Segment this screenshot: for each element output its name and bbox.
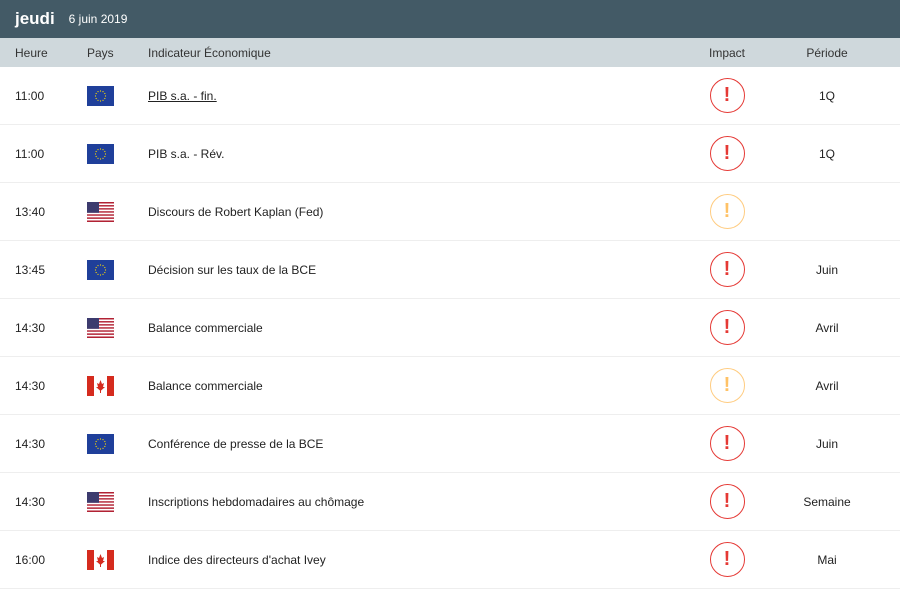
col-period: Période: [806, 45, 848, 60]
canada-flag-icon: [87, 375, 148, 396]
table-row[interactable]: 13:40 Discours de Robert Kaplan (Fed) !: [0, 183, 900, 241]
event-indicator: PIB s.a. - Rév.: [148, 146, 225, 161]
event-period: Semaine: [803, 494, 851, 509]
day-header: jeudi 6 juin 2019: [0, 0, 900, 38]
impact-high-icon: !: [709, 136, 745, 171]
event-time: 13:40: [15, 204, 46, 219]
event-indicator[interactable]: PIB s.a. - fin.: [148, 89, 217, 103]
event-period: Avril: [815, 320, 839, 335]
impact-high-icon: !: [709, 484, 745, 519]
event-period: 1Q: [818, 146, 835, 161]
table-row[interactable]: 14:30 Balance commerciale ! Avril: [0, 299, 900, 357]
event-time: 14:30: [15, 378, 46, 393]
event-time: 14:30: [15, 436, 46, 451]
table-row[interactable]: 11:00 PIB s.a. - fin. ! 1Q: [0, 67, 900, 125]
col-country: Pays: [87, 45, 114, 60]
eu-flag-icon: [87, 85, 148, 106]
event-indicator: Inscriptions hebdomadaires au chômage: [148, 494, 365, 509]
event-indicator: Balance commerciale: [148, 378, 263, 393]
impact-high-icon: !: [709, 426, 745, 461]
us-flag-icon: [87, 491, 148, 512]
event-indicator: Décision sur les taux de la BCE: [148, 262, 317, 277]
col-time: Heure: [15, 45, 48, 60]
impact-high-icon: !: [709, 542, 745, 577]
col-indicator: Indicateur Économique: [148, 45, 271, 60]
impact-high-icon: !: [709, 310, 745, 345]
impact-high-icon: !: [709, 78, 745, 113]
date-label: 6 juin 2019: [68, 12, 128, 26]
table-row[interactable]: 11:00 PIB s.a. - Rév. ! 1Q: [0, 125, 900, 183]
event-time: 11:00: [15, 146, 45, 161]
event-time: 11:00: [15, 88, 45, 103]
table-row[interactable]: 16:00 Indice des directeurs d'achat Ivey…: [0, 531, 900, 589]
impact-medium-icon: !: [709, 368, 745, 403]
impact-high-icon: !: [709, 252, 745, 287]
impact-medium-icon: !: [709, 194, 745, 229]
us-flag-icon: [87, 317, 148, 338]
event-time: 14:30: [15, 494, 46, 509]
col-impact: Impact: [708, 45, 745, 60]
event-indicator: Balance commerciale: [148, 320, 263, 335]
eu-flag-icon: [87, 433, 148, 454]
table-row[interactable]: 13:45 Décision sur les taux de la BCE ! …: [0, 241, 900, 299]
event-period: Avril: [815, 378, 839, 393]
event-period: Mai: [817, 552, 837, 567]
event-indicator: Discours de Robert Kaplan (Fed): [148, 204, 324, 219]
event-time: 16:00: [15, 552, 46, 567]
column-headers: Heure Pays Indicateur Économique Impact …: [0, 38, 900, 67]
us-flag-icon: [87, 201, 148, 222]
eu-flag-icon: [87, 259, 148, 280]
event-time: 13:45: [15, 262, 46, 277]
event-period: Juin: [815, 262, 838, 277]
table-row[interactable]: 14:30 Inscriptions hebdomadaires au chôm…: [0, 473, 900, 531]
table-row[interactable]: 14:30 Conférence de presse de la BCE ! J…: [0, 415, 900, 473]
canada-flag-icon: [87, 549, 148, 570]
table-row[interactable]: 14:30 Balance commerciale ! Avril: [0, 357, 900, 415]
event-time: 14:30: [15, 320, 46, 335]
day-label: jeudi: [15, 9, 55, 28]
event-indicator: Indice des directeurs d'achat Ivey: [148, 552, 326, 567]
event-period: 1Q: [818, 88, 835, 103]
event-period: Juin: [815, 436, 838, 451]
eu-flag-icon: [87, 143, 148, 164]
events-table: 11:00 PIB s.a. - fin. ! 1Q 11:00 PIB s.a.…: [0, 67, 900, 589]
event-indicator: Conférence de presse de la BCE: [148, 436, 324, 451]
